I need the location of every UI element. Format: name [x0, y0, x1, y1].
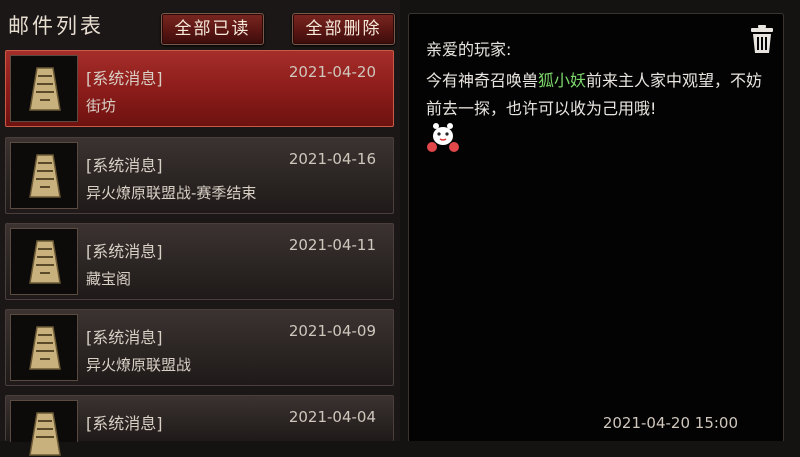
- scroll-seal-icon: [10, 400, 78, 456]
- scroll-seal-icon: [10, 142, 78, 209]
- panel-title: 邮件列表: [8, 14, 104, 38]
- mail-tag: [系统消息]: [86, 328, 163, 347]
- delete-all-button[interactable]: 全部删除: [292, 13, 395, 45]
- mail-tag: [系统消息]: [86, 242, 163, 261]
- pet-name: 狐小妖: [538, 71, 587, 90]
- greeting: 亲爱的玩家:: [426, 40, 512, 59]
- mail-title: 街坊: [86, 97, 117, 115]
- mark-all-read-button[interactable]: 全部已读: [161, 13, 264, 45]
- mail-item[interactable]: [系统消息] 街坊 2021-04-20: [5, 50, 394, 127]
- mail-timestamp: 2021-04-20 15:00: [602, 414, 738, 432]
- mail-list-panel: 邮件列表 全部已读 全部删除 [系统消息] 街坊 2021-04-20 [系统消…: [0, 0, 400, 456]
- scroll-seal-icon: [10, 314, 78, 381]
- mail-date: 2021-04-11: [288, 236, 376, 254]
- mail-date: 2021-04-16: [288, 150, 376, 168]
- mail-tag: [系统消息]: [86, 414, 163, 433]
- mail-item[interactable]: [系统消息] 异火燎原联盟战-赛季结束 2021-04-16: [5, 137, 394, 214]
- mail-date: 2021-04-09: [288, 322, 376, 340]
- mail-title: 藏宝阁: [86, 270, 132, 288]
- white-creature-emoji: [426, 123, 460, 153]
- mail-title: 异火燎原联盟战-赛季结束: [86, 184, 257, 202]
- message-text: 今有神奇召唤兽: [426, 71, 539, 90]
- mail-date: 2021-04-04: [288, 408, 376, 426]
- mail-detail-panel: 亲爱的玩家: 今有神奇召唤兽狐小妖前来主人家中观望，不妨前去一探，也许可以收为己…: [408, 13, 784, 441]
- mail-tag: [系统消息]: [86, 156, 163, 175]
- mail-title: 异火燎原联盟战: [86, 356, 192, 374]
- trash-icon[interactable]: [749, 24, 775, 54]
- mail-tag: [系统消息]: [86, 69, 163, 88]
- message-body: 今有神奇召唤兽狐小妖前来主人家中观望，不妨前去一探，也许可以收为己用哦!: [426, 67, 771, 123]
- scroll-seal-icon: [10, 228, 78, 295]
- mail-item[interactable]: [系统消息] 藏宝阁 2021-04-11: [5, 223, 394, 300]
- mail-date: 2021-04-20: [288, 63, 376, 81]
- mail-item[interactable]: [系统消息] 2021-04-04: [5, 395, 394, 456]
- mail-item[interactable]: [系统消息] 异火燎原联盟战 2021-04-09: [5, 309, 394, 386]
- scroll-seal-icon: [10, 55, 78, 122]
